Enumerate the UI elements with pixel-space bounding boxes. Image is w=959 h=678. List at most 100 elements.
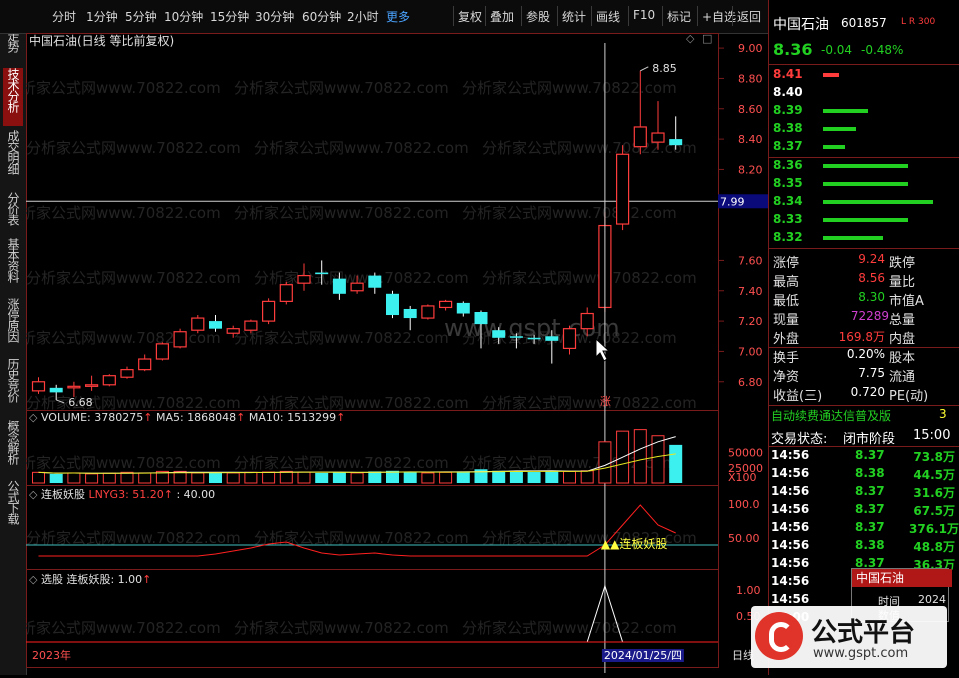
tool-button-3[interactable]: 统计: [562, 8, 586, 25]
stat-key2-4: 内盘: [889, 332, 916, 347]
volume-value: VOLUME: 3780275: [40, 411, 144, 424]
tool-button-2[interactable]: 参股: [526, 8, 550, 25]
ad-text[interactable]: 自动续费通达信普及版: [771, 407, 891, 424]
tool-button-4[interactable]: 画线: [596, 8, 620, 25]
period-tab-5[interactable]: 30分钟: [255, 8, 294, 25]
ask-price-2: 8.39: [773, 103, 803, 117]
x-axis-cursor-label: 2024/01/25/四: [604, 649, 682, 662]
left-tab-2[interactable]: 成交明细: [3, 130, 23, 186]
stat-key-7: 收益(三): [773, 389, 823, 404]
watermark-text: 分析家公式网www.70822.com: [26, 619, 221, 637]
tool-button-1[interactable]: 叠加: [490, 8, 514, 25]
candle-body: [209, 321, 222, 329]
tool-button-8[interactable]: 返回: [737, 8, 761, 25]
ask-price-1: 8.40: [773, 85, 803, 99]
indicator1-level: : 40.00: [172, 488, 216, 501]
volume-bar: [297, 471, 311, 484]
volume-bar: [598, 441, 612, 484]
stat-value-1: 8.56: [858, 271, 885, 285]
ad-count: 3: [939, 407, 947, 421]
ask-price-4: 8.37: [773, 139, 803, 153]
volume-bar: [669, 444, 683, 483]
stat-value-7: 0.720: [850, 385, 885, 399]
left-tab-8[interactable]: 公式下载: [3, 480, 23, 536]
candle-body: [651, 132, 665, 143]
y-tick-label: 8.80: [738, 72, 763, 85]
candle-body: [226, 328, 240, 334]
candle-body: [633, 126, 647, 148]
watermark-text: 分析家公式网www.70822.com: [234, 204, 449, 222]
up-arrow-icon: ↑: [336, 411, 346, 424]
toolbar-separator: [521, 6, 522, 26]
volume-bar: [403, 472, 417, 483]
stat-key2-1: 量比: [889, 275, 916, 290]
indicator2-header: ◇ 选股 连板妖股: 1.00↑: [29, 571, 151, 587]
diamond-icon[interactable]: ◇: [686, 32, 694, 45]
tick-time-8: 14:56: [771, 592, 810, 606]
period-tab-0[interactable]: 分时: [52, 8, 76, 25]
volume-ma5-value: MA5: 1868048: [152, 411, 237, 424]
candle-body: [244, 320, 258, 331]
y-tick-label: 8.20: [738, 163, 763, 176]
stat-value-4: 169.8万: [838, 330, 885, 344]
left-tab-7[interactable]: 概念解析: [3, 420, 23, 476]
tick-volume-2: 31.6万: [913, 486, 955, 500]
last-price: 8.36: [773, 40, 813, 59]
volume-bar: [580, 470, 594, 484]
toolbar-separator: [662, 6, 663, 26]
stock-tags: L R 300: [901, 17, 936, 27]
period-tab-6[interactable]: 60分钟: [302, 8, 341, 25]
period-tab-2[interactable]: 5分钟: [125, 8, 157, 25]
volume-bar: [651, 435, 665, 484]
candle-body: [492, 330, 506, 338]
tool-button-5[interactable]: F10: [633, 8, 655, 22]
watermark-text: 分析家公式网www.70822.com: [26, 529, 241, 547]
stat-key2-0: 跌停: [889, 256, 916, 271]
kline-chart-area[interactable]: 分析家公式网www.70822.com 分析家公式网www.70822.com 分析…: [6, 32, 768, 678]
stat-value-2: 8.30: [858, 290, 885, 304]
volume-bar: [368, 471, 382, 483]
tool-button-6[interactable]: 标记: [667, 8, 691, 25]
stat-key2-6: 流通: [889, 370, 916, 385]
limit-up-marker: 涨: [600, 395, 611, 408]
stat-key-4: 外盘: [773, 332, 800, 347]
tick-time-3: 14:56: [771, 502, 810, 516]
toolbar-separator: [732, 6, 733, 26]
logo-url: www.gspt.com: [813, 646, 909, 661]
indicator2-tick-label: 1.00: [736, 584, 761, 597]
watermark-text: 分析家公式网www.70822.com: [26, 329, 221, 347]
tool-button-0[interactable]: 复权: [458, 8, 482, 25]
stat-key-2: 最低: [773, 294, 800, 309]
volume-bar: [456, 471, 470, 483]
toolbar-separator: [485, 6, 486, 26]
left-tab-1[interactable]: 技术分析: [3, 68, 23, 126]
tick-time-7: 14:56: [771, 574, 810, 588]
period-tab-1[interactable]: 1分钟: [86, 8, 118, 25]
up-arrow-icon: ↑: [236, 411, 246, 424]
tick-price-2: 8.37: [855, 484, 885, 498]
more-periods-button[interactable]: 更多: [386, 8, 410, 25]
volume-bar: [633, 429, 647, 484]
indicator1-name: 连板妖股: [40, 488, 89, 501]
toolbar-separator: [628, 6, 629, 26]
period-tab-3[interactable]: 10分钟: [164, 8, 203, 25]
stat-value-6: 7.75: [858, 366, 885, 380]
period-tab-7[interactable]: 2小时: [347, 8, 379, 25]
candle-body: [67, 385, 81, 389]
tick-price-1: 8.38: [855, 466, 885, 480]
stat-key-0: 涨停: [773, 256, 800, 271]
tool-button-7[interactable]: +自选: [702, 8, 736, 25]
watermark-text: 分析家公式网www.70822.com: [26, 204, 221, 222]
left-tab-4[interactable]: 基本资料: [3, 238, 23, 294]
stock-name: 中国石油: [773, 17, 829, 33]
left-tab-5[interactable]: 涨停原因: [3, 298, 23, 354]
left-tab-3[interactable]: 分价表: [3, 192, 23, 234]
stat-key2-5: 股本: [889, 351, 916, 366]
period-tab-4[interactable]: 15分钟: [210, 8, 249, 25]
watermark-text: 分析家公式网www.70822.com: [26, 454, 221, 472]
stat-key2-7: PE(动): [889, 389, 929, 404]
candle-body: [368, 275, 382, 288]
close-icon[interactable]: □: [702, 32, 712, 45]
left-tab-6[interactable]: 历史竞价: [3, 358, 23, 416]
watermark-text: 分析家公式网www.70822.com: [462, 79, 677, 97]
